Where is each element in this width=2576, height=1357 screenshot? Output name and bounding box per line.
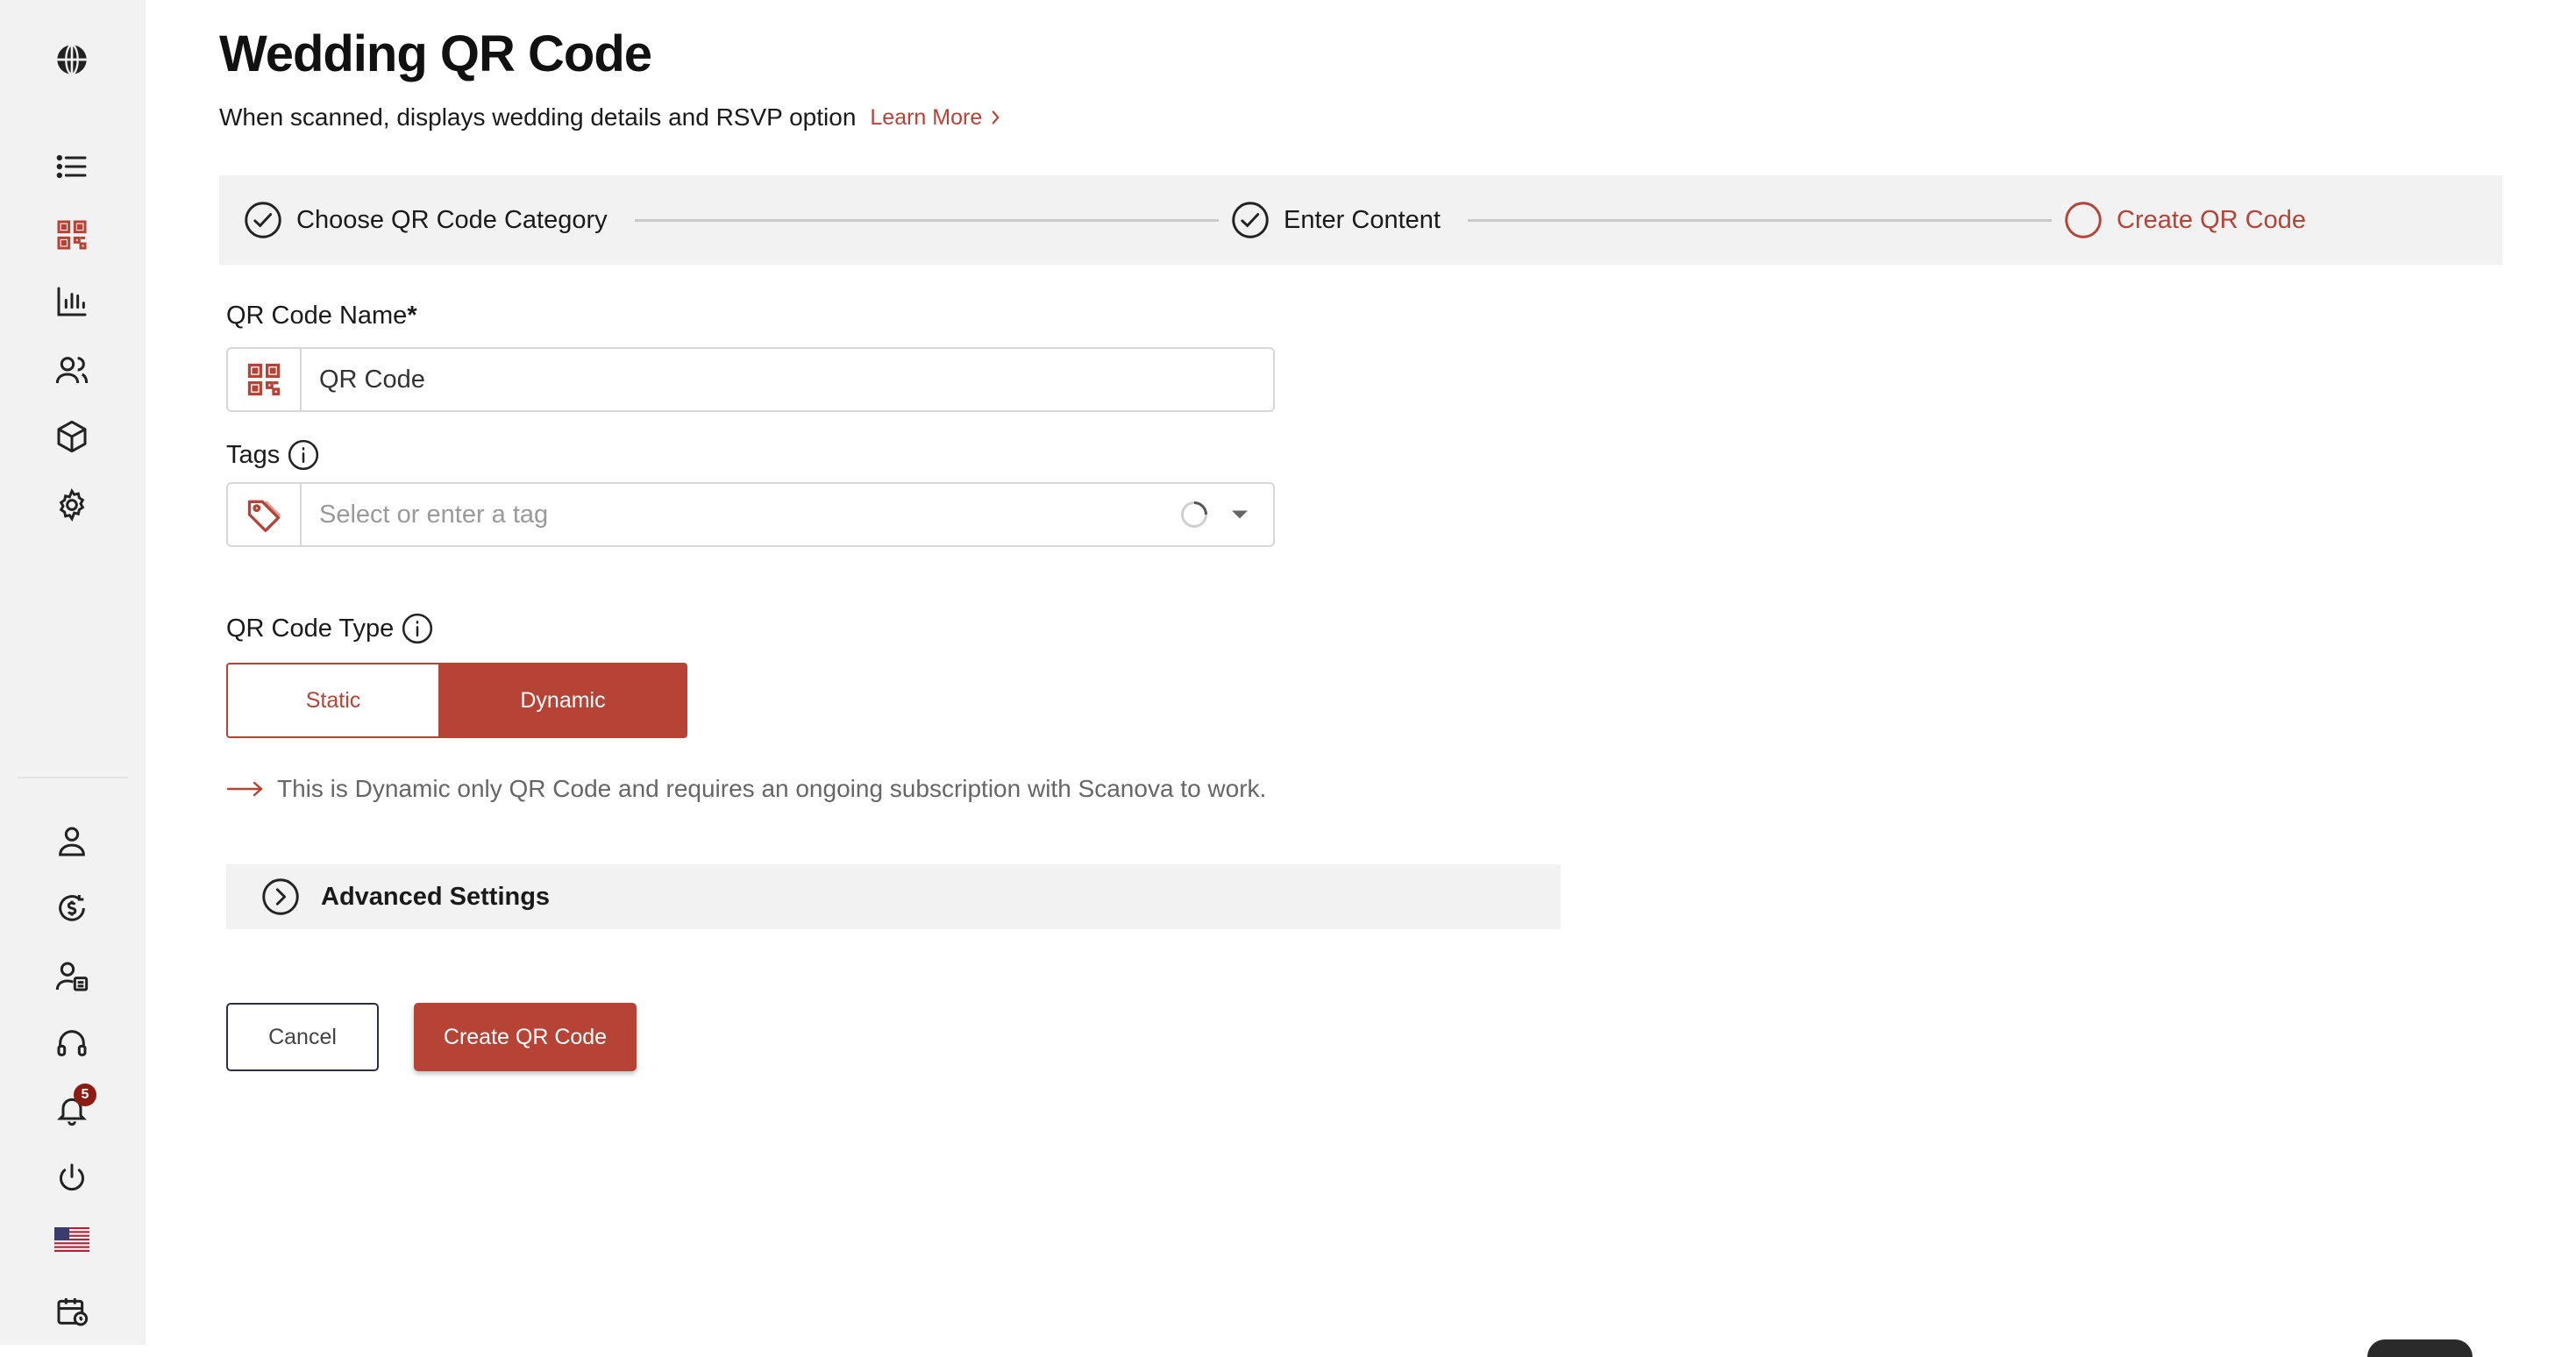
tags-input[interactable]: Select or enter a tag (302, 501, 1178, 529)
cube-icon[interactable] (51, 416, 93, 458)
dynamic-option-button[interactable]: Dynamic (438, 663, 687, 738)
floating-widget-edge[interactable] (2367, 1339, 2473, 1357)
tags-controls (1178, 499, 1273, 530)
step-label: Create QR Code (2117, 205, 2306, 234)
loading-spinner-icon (1181, 501, 1207, 528)
sidebar: 5 (0, 0, 146, 1345)
required-marker: * (407, 302, 417, 330)
dynamic-note-text: This is Dynamic only QR Code and require… (277, 775, 1267, 802)
qr-name-label-text: QR Code Name* (226, 302, 417, 330)
check-circle-icon (1232, 202, 1269, 238)
chevron-circle-right-icon (262, 878, 299, 915)
info-icon[interactable] (401, 612, 434, 645)
static-option-button[interactable]: Static (226, 663, 438, 738)
step-choose-category: Choose QR Code Category (244, 175, 608, 265)
step-label: Enter Content (1284, 205, 1441, 234)
billing-icon[interactable] (51, 887, 93, 929)
empty-circle-icon (2065, 202, 2102, 238)
advanced-settings-toggle[interactable]: Advanced Settings (226, 864, 1561, 929)
bell-icon[interactable]: 5 (51, 1083, 96, 1131)
headset-icon[interactable] (51, 1022, 93, 1064)
arrow-right-icon (226, 781, 263, 797)
main-content: Wedding QR Code When scanned, displays w… (219, 0, 2508, 1345)
step-enter-content: Enter Content (1231, 175, 1441, 265)
users-icon[interactable] (51, 349, 93, 391)
gear-icon[interactable] (51, 484, 93, 526)
notification-badge: 5 (74, 1083, 96, 1106)
qr-type-label: QR Code Type (226, 612, 434, 645)
user-icon[interactable] (51, 821, 93, 863)
tags-select[interactable]: Select or enter a tag (226, 482, 1275, 547)
page-subtitle: When scanned, displays wedding details a… (219, 103, 1000, 131)
step-label: Choose QR Code Category (296, 205, 608, 234)
qr-code-field-icon (228, 349, 302, 410)
bar-chart-icon[interactable] (51, 281, 93, 323)
check-circle-icon (245, 202, 281, 238)
tags-label-text: Tags (226, 440, 281, 469)
create-qr-code-button[interactable]: Create QR Code (414, 1003, 637, 1071)
info-icon[interactable] (287, 438, 320, 472)
step-create-qr-code: Create QR Code (2064, 175, 2306, 265)
power-icon[interactable] (51, 1157, 93, 1199)
qr-name-label: QR Code Name* (226, 302, 417, 330)
dynamic-note: This is Dynamic only QR Code and require… (226, 775, 1266, 803)
calendar-icon[interactable] (51, 1290, 93, 1332)
advanced-settings-label: Advanced Settings (321, 882, 551, 911)
learn-more-label: Learn More (870, 104, 983, 130)
qr-type-label-text: QR Code Type (226, 614, 395, 643)
qr-code-icon[interactable] (51, 214, 93, 256)
step-connector (1468, 219, 2052, 222)
qr-name-input[interactable]: QR Code (302, 366, 1273, 394)
caret-down-icon[interactable] (1224, 499, 1256, 530)
chevron-right-icon (992, 110, 1000, 124)
cancel-button[interactable]: Cancel (226, 1003, 379, 1071)
us-flag-icon[interactable] (51, 1218, 93, 1261)
progress-stepper: Choose QR Code Category Enter Content Cr… (219, 175, 2502, 265)
list-icon[interactable] (51, 146, 93, 188)
learn-more-link[interactable]: Learn More (870, 105, 1000, 131)
qr-type-toggle: Static Dynamic (226, 663, 687, 738)
tags-label: Tags (226, 438, 320, 472)
step-connector (635, 219, 1219, 222)
page-title: Wedding QR Code (219, 25, 652, 82)
tag-icon (228, 484, 302, 545)
subtitle-text: When scanned, displays wedding details a… (219, 103, 857, 131)
sidebar-divider (18, 777, 128, 778)
globe-icon[interactable] (51, 39, 93, 81)
user-badge-icon[interactable] (51, 956, 93, 998)
qr-name-field[interactable]: QR Code (226, 347, 1275, 412)
